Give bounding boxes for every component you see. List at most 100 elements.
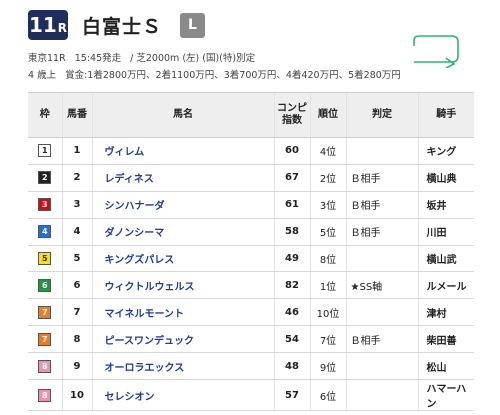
compi-index: 57 (273, 379, 310, 412)
venue-race: 東京11R (28, 53, 66, 64)
waku-badge: 8 (38, 359, 52, 373)
compi-index: 58 (273, 218, 310, 246)
jockey: 津村 (417, 298, 474, 327)
waku-badge: 1 (38, 144, 52, 158)
judgement (345, 137, 418, 165)
table-row: 3 3 シンハナーダ 61 3位 Ｂ相手 坂井 (28, 191, 474, 219)
judgement (345, 245, 418, 273)
waku-cell: 7 (28, 325, 62, 354)
horse-name-link[interactable]: ウィクトルウェルス (91, 271, 274, 300)
jockey: 横山典 (417, 164, 474, 192)
horse-number: 4 (61, 218, 92, 246)
rank: 1位 (309, 271, 346, 300)
waku-cell: 3 (28, 191, 62, 219)
judgement: Ｂ相手 (345, 325, 418, 354)
compi-index: 49 (273, 245, 310, 273)
rank: 5位 (309, 218, 346, 246)
waku-badge: 7 (38, 332, 52, 346)
jockey: キング (417, 137, 474, 165)
waku-cell: 2 (28, 164, 62, 192)
horse-name-link[interactable]: セレシオン (91, 379, 274, 412)
horse-name-link[interactable]: ヴィレム (91, 137, 274, 165)
horse-name-link[interactable]: ピースワンデュック (91, 325, 274, 354)
race-number-badge: 11 R (28, 10, 68, 40)
rank: 4位 (309, 137, 346, 165)
waku-cell: 4 (28, 218, 62, 246)
header-index: コンピ 指数 (273, 92, 310, 138)
judgement (345, 298, 418, 327)
prize-money: 賞金:1着2800万円、2着1100万円、3着700万円、4着420万円、5着2… (65, 70, 401, 81)
compi-index: 82 (273, 271, 310, 300)
compi-index: 46 (273, 298, 310, 327)
course-detail: / 芝2000m (左) (国)(特)別定 (130, 53, 256, 64)
table-row: 1 1 ヴィレム 60 4位 キング (28, 137, 474, 165)
horse-number: 3 (61, 191, 92, 219)
horse-name-link[interactable]: マイネルモーント (91, 298, 274, 327)
horse-name-link[interactable]: レディネス (91, 164, 274, 192)
rank: 2位 (309, 164, 346, 192)
rank: 6位 (309, 379, 346, 412)
compi-index: 61 (273, 191, 310, 219)
course-turn-icon (413, 35, 459, 68)
compi-index: 54 (273, 325, 310, 354)
header-judge: 判定 (345, 92, 418, 138)
race-info-line1: 東京11R 15:45発走 / 芝2000m (左) (国)(特)別定 (28, 50, 255, 64)
horse-table: 枠 馬番 馬名 コンピ 指数 順位 判定 騎手 1 1 ヴィレム 60 4位 キング 2 2 レデ… (28, 92, 474, 412)
header-num: 馬番 (61, 92, 92, 138)
judgement: Ｂ相手 (345, 164, 418, 192)
grade-badge: L (180, 12, 206, 38)
judgement (345, 379, 418, 412)
waku-cell: 8 (28, 352, 62, 381)
waku-badge: 4 (38, 225, 52, 239)
horse-number: 5 (61, 245, 92, 273)
waku-cell: 8 (28, 379, 62, 412)
rank: 9位 (309, 352, 346, 381)
waku-badge: 3 (38, 198, 52, 212)
race-name: 白富士Ｓ (82, 15, 163, 38)
race-header: 11 R 白富士Ｓ L (28, 10, 206, 40)
compi-index: 48 (273, 352, 310, 381)
horse-number: 6 (61, 271, 92, 300)
start-time: 15:45発走 (74, 53, 122, 64)
horse-number: 1 (61, 137, 92, 165)
judgement (345, 352, 418, 381)
waku-badge: 5 (38, 252, 52, 265)
table-header-row: 枠 馬番 馬名 コンピ 指数 順位 判定 騎手 (28, 92, 474, 138)
horse-number: 9 (61, 352, 92, 381)
horse-name-link[interactable]: オーロラエックス (91, 352, 274, 381)
table-row: 7 8 ピースワンデュック 54 7位 Ｂ相手 柴田善 (28, 325, 474, 354)
table-row: 5 5 キングズパレス 49 8位 横山武 (28, 245, 474, 273)
horse-name-link[interactable]: ダノンシーマ (91, 218, 274, 246)
rank: 10位 (309, 298, 346, 327)
race-info-line2: 4 歳上 賞金:1着2800万円、2着1100万円、3着700万円、4着420万… (28, 67, 401, 81)
header-index-line1: コンピ (277, 103, 307, 114)
rank: 3位 (309, 191, 346, 219)
rank: 7位 (309, 325, 346, 354)
horse-name-link[interactable]: キングズパレス (91, 245, 274, 273)
jockey: ルメール (417, 271, 474, 300)
jockey: ハマーハン (417, 379, 474, 412)
horse-number: 10 (61, 379, 92, 412)
judgement: Ｂ相手 (345, 218, 418, 246)
waku-badge: 8 (38, 388, 52, 402)
horse-name-link[interactable]: シンハナーダ (91, 191, 274, 219)
header-waku: 枠 (28, 92, 62, 138)
jockey: 柴田善 (417, 325, 474, 354)
waku-badge: 7 (38, 305, 52, 319)
jockey: 川田 (417, 218, 474, 246)
table-row: 6 6 ウィクトルウェルス 82 1位 ★SS軸 ルメール (28, 271, 474, 300)
header-name: 馬名 (91, 92, 274, 138)
table-row: 8 9 オーロラエックス 48 9位 松山 (28, 352, 474, 381)
table-row: 7 7 マイネルモーント 46 10位 津村 (28, 298, 474, 327)
horse-number: 7 (61, 298, 92, 327)
race-number: 11 (28, 13, 57, 37)
table-row: 2 2 レディネス 67 2位 Ｂ相手 横山典 (28, 164, 474, 192)
waku-cell: 5 (28, 245, 62, 273)
judgement: ★SS軸 (345, 271, 418, 300)
rank: 8位 (309, 245, 346, 273)
age-condition: 4 歳上 (28, 70, 57, 81)
waku-cell: 7 (28, 298, 62, 327)
header-jockey: 騎手 (417, 92, 474, 138)
header-index-line2: 指数 (282, 115, 302, 126)
horse-number: 8 (61, 325, 92, 354)
